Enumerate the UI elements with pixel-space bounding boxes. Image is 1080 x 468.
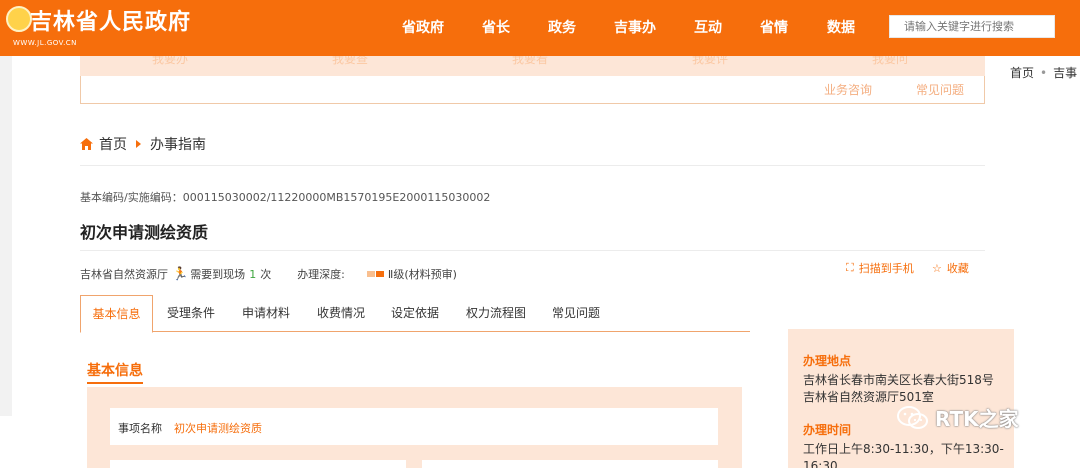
home-icon xyxy=(80,138,93,150)
handling-info-panel: 办理地点 吉林省长春市南关区长春大街518号 吉林省自然资源厅501室 办理时间… xyxy=(788,329,1014,468)
detail-tabs: 基本信息 受理条件 申请材料 收费情况 设定依据 权力流程图 常见问题 xyxy=(80,295,750,333)
nav-item-province-info[interactable]: 省情 xyxy=(760,17,788,37)
tab-fees[interactable]: 收费情况 xyxy=(317,295,365,332)
scan-icon: ⛶ xyxy=(846,261,854,274)
nav-item-government-affairs[interactable]: 政务 xyxy=(548,17,576,37)
breadcrumb-home[interactable]: 首页 xyxy=(99,134,127,154)
faded-tab-faq[interactable]: 常见问题 xyxy=(916,81,964,98)
depth-label: 办理深度: xyxy=(297,268,345,281)
time-line: 工作日上午8:30-11:30，下午13:30- xyxy=(803,442,1004,456)
time-title: 办理时间 xyxy=(803,423,852,437)
item-codes: 基本编码/实施编码：000115030002/11220000MB1570195… xyxy=(80,191,491,204)
info-card xyxy=(110,460,406,468)
right-breadcrumb: 首页 • 吉事 xyxy=(1010,64,1077,81)
page-title: 初次申请测绘资质 xyxy=(80,223,209,242)
breadcrumb-current[interactable]: 办事指南 xyxy=(150,134,206,154)
site-domain: WWW.JL.GOV.CN xyxy=(13,39,77,47)
favorite-button[interactable]: ☆ 收藏 xyxy=(932,260,969,276)
time-line: 16:30 xyxy=(803,459,838,468)
info-card xyxy=(422,460,718,468)
site-title[interactable]: 吉林省人民政府 xyxy=(30,4,191,36)
location-line: 吉林省长春市南关区长春大街518号 xyxy=(803,373,994,387)
watermark: RTK之家 xyxy=(897,403,1019,432)
breadcrumb: 首页 办事指南 xyxy=(80,134,206,154)
government-emblem-icon[interactable] xyxy=(6,6,32,32)
tab-application-materials[interactable]: 申请材料 xyxy=(242,295,290,332)
depth-level-bar xyxy=(366,271,385,277)
depth-segment xyxy=(366,271,375,277)
tab-power-flowchart[interactable]: 权力流程图 xyxy=(466,295,526,332)
wechat-icon xyxy=(897,405,928,429)
visit-suffix: 次 xyxy=(260,268,272,281)
tab-acceptance-conditions[interactable]: 受理条件 xyxy=(167,295,215,332)
top-header: 吉林省人民政府 WWW.JL.GOV.CN 省政府 省长 政务 吉事办 互动 省… xyxy=(0,0,1080,56)
faded-subnav-item[interactable]: 我要问 xyxy=(872,56,908,67)
watermark-text: RTK之家 xyxy=(935,407,1019,431)
section-title-basic-info: 基本信息 xyxy=(87,360,143,384)
item-name-label: 事项名称 xyxy=(118,422,162,435)
faded-subnav-strip: 我要办 我要查 我要看 我要评 我要问 xyxy=(80,56,985,76)
right-breadcrumb-item[interactable]: 吉事 xyxy=(1053,66,1077,80)
faded-tab-bar: 业务咨询 常见问题 xyxy=(80,76,985,104)
arrow-right-icon xyxy=(136,140,141,148)
star-icon: ☆ xyxy=(932,261,942,275)
tab-basic-info[interactable]: 基本信息 xyxy=(80,295,153,333)
visit-prefix: 需要到现场 xyxy=(190,268,246,281)
faded-tab-consult[interactable]: 业务咨询 xyxy=(824,81,872,98)
item-meta: 吉林省自然资源厅 🏃 需要到现场 1 次 办理深度: Ⅱ级(材料预审) xyxy=(80,266,457,282)
department-name: 吉林省自然资源厅 xyxy=(80,268,168,281)
right-breadcrumb-home[interactable]: 首页 xyxy=(1010,66,1034,80)
depth-value: Ⅱ级(材料预审) xyxy=(387,268,457,281)
divider xyxy=(80,165,985,166)
faded-subnav-item[interactable]: 我要看 xyxy=(512,56,548,67)
scan-label: 扫描到手机 xyxy=(858,262,914,275)
faded-subnav-item[interactable]: 我要评 xyxy=(692,56,728,67)
runner-icon: 🏃 xyxy=(172,266,189,282)
visit-count: 1 xyxy=(249,267,257,281)
separator-dot-icon: • xyxy=(1040,66,1048,80)
item-name-value: 初次申请测绘资质 xyxy=(174,422,262,435)
location-title: 办理地点 xyxy=(803,354,852,368)
nav-item-governor[interactable]: 省长 xyxy=(482,17,510,37)
divider xyxy=(80,250,985,251)
nav-item-data[interactable]: 数据 xyxy=(827,17,855,37)
favorite-label: 收藏 xyxy=(946,262,969,275)
scan-to-phone-button[interactable]: ⛶ 扫描到手机 xyxy=(846,260,914,276)
nav-item-jishiban[interactable]: 吉事办 xyxy=(614,17,656,37)
faded-subnav-item[interactable]: 我要办 xyxy=(152,56,188,67)
faded-subnav-item[interactable]: 我要查 xyxy=(332,56,368,67)
nav-item-interaction[interactable]: 互动 xyxy=(694,17,722,37)
tab-legal-basis[interactable]: 设定依据 xyxy=(391,295,439,332)
item-name-row: 事项名称 初次申请测绘资质 xyxy=(110,408,718,445)
tab-faq[interactable]: 常见问题 xyxy=(552,295,600,332)
search-input[interactable] xyxy=(889,15,1055,38)
nav-item-provincial-government[interactable]: 省政府 xyxy=(402,17,444,37)
left-side-panel xyxy=(0,56,12,416)
depth-segment xyxy=(375,271,384,277)
